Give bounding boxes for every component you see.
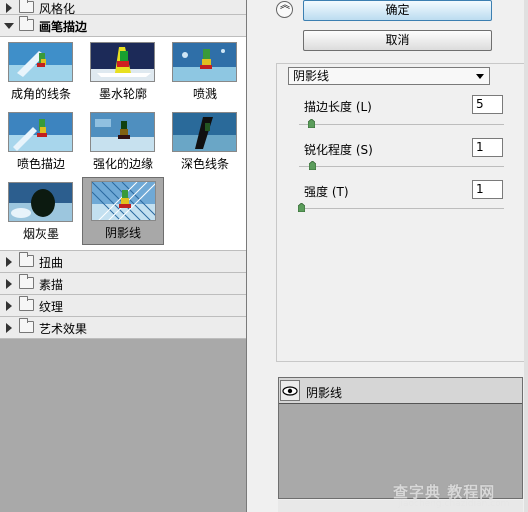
sharpness-track[interactable] [299, 166, 504, 167]
strength-slider-handle[interactable] [298, 203, 305, 212]
category-label: 素描 [39, 278, 64, 292]
stroke-length-slider-handle[interactable] [308, 119, 315, 128]
thumb-sumi-e[interactable]: 烟灰墨 [0, 179, 82, 244]
effect-layer-row[interactable]: 阴影线 [279, 378, 522, 404]
expand-arrow-icon[interactable] [6, 301, 12, 311]
stroke-length-input[interactable]: 5 [472, 95, 503, 114]
stroke-length-label: 描边长度 (L) [304, 100, 372, 114]
thumbnail-image [8, 112, 73, 152]
thumb-label: 阴影线 [104, 226, 141, 240]
stroke-length-track[interactable] [299, 124, 504, 125]
eye-icon[interactable] [280, 380, 300, 401]
folder-icon [19, 0, 34, 13]
expand-arrow-icon[interactable] [6, 257, 12, 267]
category-stylize[interactable]: 风格化 [0, 0, 246, 16]
thumb-enhanced-edges[interactable]: 强化的边缘 [82, 109, 164, 174]
thumb-accented-edges[interactable]: 成角的线条 [0, 39, 82, 104]
expand-arrow-icon[interactable] [6, 323, 12, 333]
thumb-label: 强化的边缘 [92, 157, 153, 171]
thumbnail-image [91, 181, 156, 221]
thumb-label: 烟灰墨 [22, 227, 59, 241]
folder-icon [19, 274, 34, 289]
thumbnail-image [90, 112, 155, 152]
category-brush-strokes[interactable]: 画笔描边 [0, 15, 246, 37]
thumb-ink-outlines[interactable]: 墨水轮廓 [82, 39, 164, 104]
folder-icon [19, 252, 34, 267]
cancel-button[interactable]: 取消 [303, 30, 492, 51]
thumbnail-image [172, 42, 237, 82]
watermark-url: jiaocheng.chazidian.com [398, 499, 510, 509]
thumb-label: 墨水轮廓 [98, 87, 147, 101]
thumbnail-image [8, 182, 73, 222]
thumb-label: 深色线条 [180, 157, 229, 171]
sharpness-slider-handle[interactable] [309, 161, 316, 170]
collapse-gallery-button[interactable]: ︽ [276, 1, 293, 18]
thumb-label: 成角的线条 [10, 87, 71, 101]
filter-select-value: 阴影线 [293, 69, 330, 83]
expand-arrow-icon[interactable] [6, 3, 12, 13]
category-label: 纹理 [39, 300, 64, 314]
strength-label: 强度 (T) [304, 185, 349, 199]
ok-button[interactable]: 确定 [303, 0, 492, 21]
thumb-sprayed-strokes[interactable]: 喷色描边 [0, 109, 82, 174]
thumbnail-image [90, 42, 155, 82]
collapse-arrow-icon[interactable] [4, 23, 14, 29]
thumb-spatter[interactable]: 喷溅 [164, 39, 246, 104]
sharpness-label: 锐化程度 (S) [304, 143, 373, 157]
filter-thumbnails: 成角的线条 墨水轮廓 喷溅 喷色描边 强化的边缘 深色线条 烟灰墨 阴影线 [0, 37, 246, 251]
category-texture[interactable]: 纹理 [0, 295, 246, 317]
panel-edge [524, 0, 528, 512]
thumb-dark-strokes[interactable]: 深色线条 [164, 109, 246, 174]
category-label: 画笔描边 [39, 20, 88, 34]
layer-name: 阴影线 [306, 386, 343, 400]
dropdown-arrow-icon [476, 74, 484, 79]
strength-input[interactable]: 1 [472, 180, 503, 199]
thumb-crosshatch-selected[interactable]: 阴影线 [82, 177, 164, 245]
strength-track[interactable] [299, 208, 504, 209]
thumbnail-image [8, 42, 73, 82]
thumbnail-image [172, 112, 237, 152]
thumb-label: 喷色描边 [16, 157, 65, 171]
category-distort[interactable]: 扭曲 [0, 251, 246, 273]
category-sketch[interactable]: 素描 [0, 273, 246, 295]
category-label: 艺术效果 [39, 322, 88, 336]
category-artistic[interactable]: 艺术效果 [0, 317, 246, 339]
filter-settings-panel: ︽ 确定 取消 阴影线 描边长度 (L) 5 锐化程度 (S) 1 强度 (T)… [248, 0, 528, 512]
folder-icon [19, 296, 34, 311]
category-label: 扭曲 [39, 256, 64, 270]
folder-open-icon [19, 16, 34, 31]
thumb-label: 喷溅 [192, 87, 217, 101]
filter-gallery-list: 风格化 画笔描边 成角的线条 墨水轮廓 喷溅 喷色描边 强化的边缘 深色线条 烟… [0, 0, 247, 512]
chevron-up-icon: ︽ [280, 0, 290, 11]
folder-icon [19, 318, 34, 333]
filter-type-select[interactable]: 阴影线 [288, 67, 490, 85]
sharpness-input[interactable]: 1 [472, 138, 503, 157]
expand-arrow-icon[interactable] [6, 279, 12, 289]
